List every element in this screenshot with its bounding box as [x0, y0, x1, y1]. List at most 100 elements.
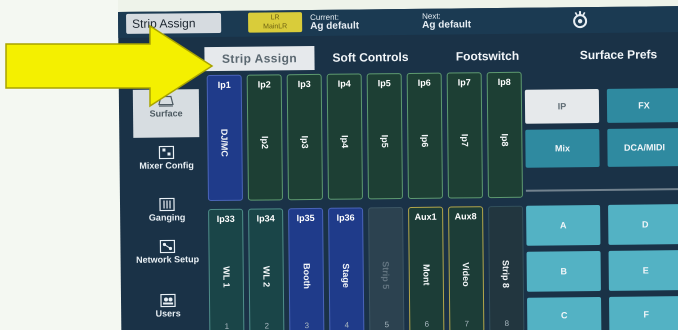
- tab-strip-assign[interactable]: Strip Assign: [204, 45, 315, 72]
- current-value: Ag default: [310, 20, 360, 32]
- strip-name: WL 2: [261, 265, 272, 288]
- mixer-icon: [158, 145, 175, 160]
- lr-badge[interactable]: LR MainLR: [248, 12, 303, 33]
- strip-port-label: Ip33: [216, 213, 235, 224]
- strip-name: Ip3: [299, 135, 310, 149]
- strip-port-label: Ip5: [377, 78, 391, 89]
- left-nav: Surface Mixer Config Ganging Network Set…: [132, 75, 202, 330]
- strip-port-label: Aux8: [454, 211, 477, 222]
- ganging-icon: [159, 197, 175, 212]
- nav-item-mixer-config[interactable]: Mixer Config: [133, 141, 200, 192]
- strip-name: Booth: [301, 262, 312, 290]
- strip-name-wrap: WL 1: [209, 238, 243, 316]
- layer-mix-button[interactable]: Mix: [525, 128, 600, 168]
- strip-name-wrap: Ip4: [328, 102, 362, 180]
- bank-c-button[interactable]: C: [527, 296, 602, 330]
- nav-item-label: Network Setup: [136, 254, 200, 265]
- strip-name-wrap: Ip6: [408, 102, 442, 180]
- strip-name-wrap: Mont: [409, 236, 443, 314]
- strip-name: Mont: [421, 263, 432, 286]
- strip-name-wrap: Ip7: [448, 101, 482, 179]
- tab-soft-controls[interactable]: Soft Controls: [314, 45, 426, 70]
- strip-name-wrap: Ip5: [368, 102, 402, 180]
- strip-number: 1: [224, 321, 230, 330]
- channel-strip[interactable]: Ip35 Booth 3: [288, 207, 325, 330]
- current-show-info: Current: Ag default: [310, 12, 360, 32]
- strip-name: Ip6: [419, 134, 430, 148]
- strip-number: 2: [264, 321, 270, 330]
- strip-name-wrap: Ip8: [488, 101, 522, 179]
- bank-d-button[interactable]: D: [608, 204, 678, 245]
- strip-number: 3: [304, 321, 310, 330]
- nav-item-label: Users: [155, 308, 181, 319]
- channel-strip[interactable]: Ip5 Ip5: [366, 73, 403, 200]
- strip-name-wrap: Video: [449, 235, 483, 313]
- strip-name: Strip 5: [381, 261, 392, 290]
- strip-name-wrap: WL 2: [249, 237, 283, 315]
- strip-port-label: Aux1: [414, 211, 437, 222]
- network-icon: [159, 239, 176, 254]
- strip-name-wrap: Strip 5: [369, 236, 403, 314]
- annotation-arrow-icon: [5, 24, 214, 108]
- strip-name: Strip 8: [501, 259, 512, 289]
- channel-strip[interactable]: Ip3 Ip3: [286, 73, 323, 201]
- lr-badge-line2: MainLR: [263, 23, 288, 31]
- layer-dca-midi-button[interactable]: DCA/MIDI: [607, 128, 678, 167]
- layer-ip-button[interactable]: IP: [524, 88, 600, 124]
- layer-fx-button[interactable]: FX: [606, 88, 678, 123]
- bank-b-button[interactable]: B: [526, 250, 601, 292]
- nav-item-ganging[interactable]: Ganging: [134, 193, 200, 230]
- channel-strip[interactable]: Ip8 Ip8: [486, 71, 523, 199]
- strip-number: 4: [344, 320, 350, 330]
- strip-name-wrap: Ip2: [248, 103, 282, 181]
- strip-number: 6: [424, 319, 430, 329]
- tab-footswitch[interactable]: Footswitch: [426, 43, 548, 68]
- channel-strip[interactable]: Ip6 Ip6: [406, 72, 443, 199]
- channel-strip[interactable]: Aux1 Mont 6: [408, 206, 445, 330]
- channel-strip[interactable]: Strip 8 8: [488, 205, 525, 330]
- channel-strip[interactable]: Ip33 WL 1 1: [208, 208, 245, 330]
- channel-strip[interactable]: Ip7 Ip7: [446, 72, 483, 199]
- strip-port-label: [491, 209, 520, 223]
- tab-surface-prefs[interactable]: Surface Prefs: [548, 42, 678, 67]
- channel-strip[interactable]: Aux8 Video 7: [448, 206, 485, 330]
- users-icon: [160, 293, 176, 308]
- nav-item-users[interactable]: Users: [135, 289, 201, 330]
- channel-strip[interactable]: Ip36 Stage 4: [328, 207, 365, 330]
- strip-port-label: Ip34: [256, 213, 275, 224]
- gear-icon[interactable]: [570, 10, 590, 30]
- strip-port-label: Ip7: [457, 77, 471, 88]
- strip-port-label: Ip36: [336, 212, 355, 223]
- strip-name: Ip2: [259, 135, 270, 150]
- bank-a-button[interactable]: A: [526, 204, 601, 246]
- nav-item-network-setup[interactable]: Network Setup: [134, 235, 200, 284]
- bank-e-button[interactable]: E: [608, 250, 678, 291]
- panel-divider: [525, 188, 678, 192]
- strip-port-label: Ip8: [497, 76, 511, 88]
- strip-name-wrap: DJ/MC: [208, 104, 242, 182]
- nav-item-label: Mixer Config: [139, 160, 194, 171]
- channel-strip[interactable]: Strip 5 5: [368, 207, 405, 330]
- strip-number: 7: [464, 319, 470, 329]
- strip-name-wrap: Strip 8: [489, 235, 523, 313]
- strip-number: 8: [504, 318, 510, 328]
- strip-name: Video: [461, 262, 472, 287]
- strip-name-wrap: Booth: [289, 237, 323, 315]
- photo-scene: Strip Assign LR MainLR Current: Ag defau…: [0, 0, 678, 330]
- next-show-info: Next: Ag default: [422, 11, 472, 31]
- strip-port-label: Ip3: [297, 78, 311, 90]
- strip-name-wrap: Stage: [329, 236, 363, 314]
- strip-name: Ip7: [459, 133, 470, 147]
- next-value: Ag default: [422, 19, 472, 31]
- strip-name-wrap: Ip3: [288, 103, 322, 181]
- strip-port-label: Ip4: [337, 78, 351, 89]
- bank-f-button[interactable]: F: [609, 296, 678, 330]
- strip-name: WL 1: [221, 266, 232, 288]
- channel-strip[interactable]: Ip2 Ip2: [246, 74, 283, 201]
- strip-name: Stage: [341, 263, 352, 288]
- strip-name: Ip4: [339, 135, 350, 149]
- channel-strip[interactable]: Ip4 Ip4: [326, 73, 363, 200]
- strip-port-label: Ip35: [296, 212, 315, 224]
- channel-strip[interactable]: Ip34 WL 2 2: [248, 208, 285, 330]
- strip-port-label: [371, 210, 400, 224]
